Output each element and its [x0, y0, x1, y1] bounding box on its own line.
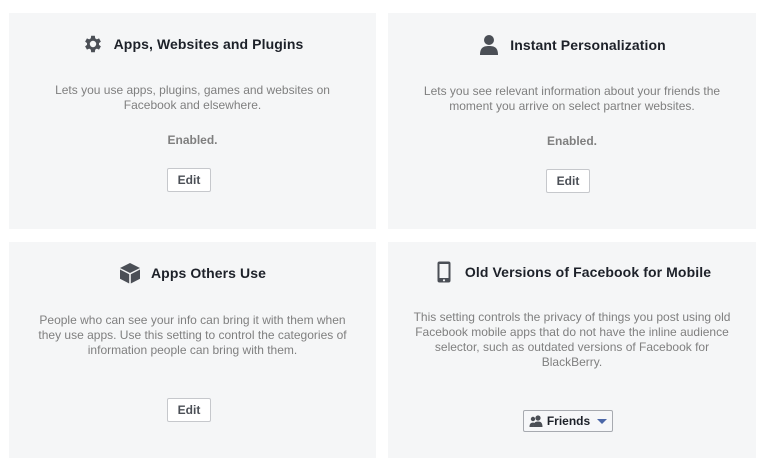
- audience-label: Friends: [546, 414, 591, 428]
- status-text: Enabled.: [167, 133, 218, 147]
- card-title-row: Apps Others Use: [9, 262, 376, 284]
- status-text: Enabled.: [546, 134, 597, 148]
- friends-icon: [529, 415, 543, 427]
- mobile-phone-icon: [433, 261, 455, 283]
- card-title: Apps Others Use: [150, 265, 267, 281]
- card-title: Old Versions of Facebook for Mobile: [464, 264, 712, 280]
- card-description: This setting controls the privacy of thi…: [413, 310, 731, 369]
- card-title-row: Instant Personalization: [388, 34, 756, 56]
- edit-button[interactable]: Edit: [167, 168, 211, 192]
- cube-icon: [119, 262, 141, 284]
- card-title-row: Old Versions of Facebook for Mobile: [388, 261, 756, 283]
- caret-down-icon: [597, 418, 608, 424]
- edit-button[interactable]: Edit: [167, 398, 211, 422]
- card-description: Lets you use apps, plugins, games and we…: [55, 83, 330, 112]
- person-icon: [478, 34, 500, 56]
- old-versions-mobile-card: Old Versions of Facebook for Mobile This…: [388, 242, 756, 458]
- audience-selector-button[interactable]: Friends: [523, 410, 613, 432]
- card-title: Instant Personalization: [510, 37, 666, 53]
- card-description: Lets you see relevant information about …: [423, 84, 721, 113]
- card-title-row: Apps, Websites and Plugins: [9, 33, 376, 55]
- apps-websites-plugins-card: Apps, Websites and Plugins Lets you use …: [9, 13, 376, 229]
- card-description: People who can see your info can bring i…: [38, 313, 347, 357]
- gear-icon: [82, 33, 104, 55]
- instant-personalization-card: Instant Personalization Lets you see rel…: [388, 13, 756, 229]
- settings-grid: Apps, Websites and Plugins Lets you use …: [0, 0, 766, 476]
- apps-others-use-card: Apps Others Use People who can see your …: [9, 242, 376, 458]
- edit-button[interactable]: Edit: [546, 169, 590, 193]
- card-title: Apps, Websites and Plugins: [113, 36, 304, 52]
